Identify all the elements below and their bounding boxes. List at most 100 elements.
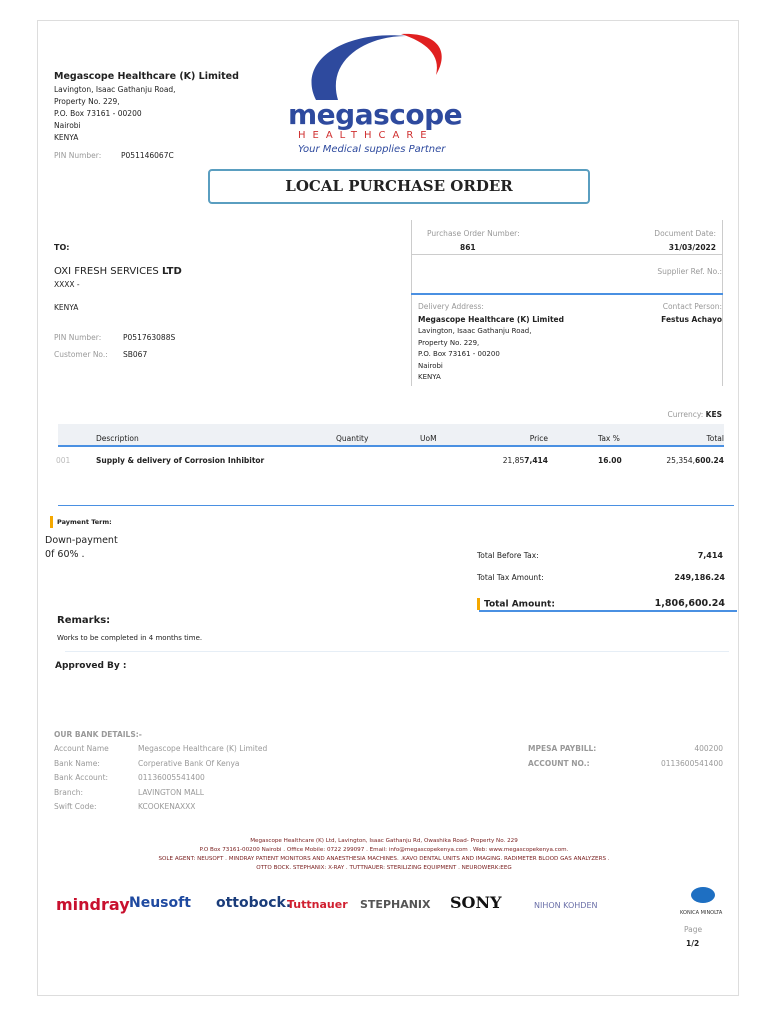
document-title: LOCAL PURCHASE ORDER — [208, 169, 590, 204]
supplier-pin-label: PIN Number: — [54, 333, 102, 342]
delivery-name: Megascope Healthcare (K) Limited — [418, 315, 564, 324]
delivery-label: Delivery Address: — [418, 302, 484, 311]
ottobock-logo: ottobock. — [216, 895, 292, 911]
address-line: Property No. 229, — [54, 97, 120, 106]
bank-label: Branch: — [54, 787, 83, 797]
price-part: 21,85 — [502, 456, 525, 465]
mindray-logo: mindray — [56, 895, 130, 914]
address-line: KENYA — [54, 133, 79, 142]
address-line: Lavington, Isaac Gathanju Road, — [418, 327, 532, 335]
divider — [411, 254, 723, 255]
header-uom: UoM — [420, 434, 437, 443]
date-label: Document Date: — [654, 229, 716, 238]
total-amount-label-text: Total Amount: — [484, 599, 555, 610]
bank-value: 01136005541400 — [138, 773, 205, 782]
row-total: 25,354,600.24 — [666, 456, 724, 465]
logo-swoosh-icon — [311, 33, 442, 100]
payment-label-text: Payment Term: — [57, 518, 112, 526]
footer-line: SOLE AGENT: NEUSOFT . MINDRAY PATIENT MO… — [158, 856, 610, 862]
accent-bar — [477, 598, 480, 610]
bank-value: LAVINGTON MALL — [138, 787, 204, 797]
divider — [479, 610, 737, 612]
header-description: Description — [96, 434, 139, 443]
row-description: Supply & delivery of Corrosion Inhibitor — [96, 456, 265, 465]
po-label: Purchase Order Number: — [427, 229, 520, 238]
footer-line: P.O Box 73161-00200 Nairobi . Office Mob… — [199, 847, 569, 853]
account-no-label: ACCOUNT NO.: — [528, 758, 590, 768]
contact-person: Festus Achayo — [661, 315, 722, 324]
company-address: Lavington, Isaac Gathanju Road, Property… — [54, 84, 176, 144]
tuttnauer-logo: Tuttnauer — [287, 898, 348, 911]
address-line: Lavington, Isaac Gathanju Road, — [54, 85, 176, 94]
po-number: 861 — [460, 243, 476, 252]
logo-brand: megascope — [288, 98, 463, 131]
supplier-country: KENYA — [54, 303, 79, 312]
header-quantity: Quantity — [336, 434, 369, 443]
header-price: Price — [529, 434, 548, 443]
neusoft-logo: Neusoft — [129, 895, 191, 911]
bank-label: Bank Account: — [54, 773, 109, 782]
page-number: 1/2 — [686, 939, 700, 948]
account-no: 0113600541400 — [660, 758, 723, 768]
total-amount: 1,806,600.24 — [654, 598, 725, 609]
total-part: 600.24 — [695, 456, 724, 465]
bank-value: Megascope Healthcare (K) Limited — [138, 744, 268, 753]
mpesa-value: 400200 — [694, 744, 723, 753]
currency: Currency: KES — [667, 410, 722, 419]
to-label: TO: — [54, 243, 70, 252]
address-line: P.O. Box 73161 - 00200 — [54, 109, 142, 118]
total-before-tax-label: Total Before Tax: — [477, 551, 539, 560]
total-tax: 249,186.24 — [674, 573, 725, 582]
mpesa-labels: MPESA PAYBILL: ACCOUNT NO.: — [528, 742, 596, 771]
table-header — [58, 424, 724, 447]
footer-line: Megascope Healthcare (K) Ltd, Lavington,… — [250, 838, 518, 844]
page-label: Page — [684, 925, 703, 934]
sony-logo: SONY — [450, 893, 502, 912]
supplier-name: OXI FRESH SERVICES LTD — [54, 266, 182, 277]
konica-minolta-globe-icon — [691, 887, 715, 903]
pin-value: P051146067C — [121, 151, 174, 160]
payment-term-label: Payment Term: — [50, 516, 112, 528]
row-price: 21,857,414 — [503, 456, 548, 465]
divider — [65, 651, 729, 652]
payment-text: Down-payment — [45, 535, 118, 546]
total-amount-label: Total Amount: — [477, 598, 555, 610]
price-part: 7,414 — [524, 456, 548, 465]
logo-sub: HEALTHCARE — [298, 130, 434, 141]
supplier-suffix: LTD — [161, 266, 182, 277]
row-number: 001 — [56, 456, 71, 465]
currency-value: KES — [705, 410, 722, 419]
address-line: Property No. 229, — [418, 338, 480, 347]
bank-title: OUR BANK DETAILS:- — [54, 730, 142, 739]
supplier-pin: P051763088S — [123, 333, 176, 342]
total-part: 25,354, — [666, 456, 696, 465]
megascope-logo: megascope HEALTHCARE Your Medical suppli… — [286, 30, 463, 160]
company-name: Megascope Healthcare (K) Limited — [54, 71, 239, 82]
address-line: Nairobi — [54, 121, 81, 130]
address-line: Nairobi — [418, 361, 443, 370]
approved-by-label: Approved By : — [55, 661, 127, 671]
currency-label: Currency: — [667, 410, 704, 419]
total-tax-label: Total Tax Amount: — [477, 573, 544, 582]
supplier-line: XXXX - — [54, 280, 80, 289]
delivery-address: Lavington, Isaac Gathanju Road, Property… — [418, 326, 531, 384]
contact-label: Contact Person: — [662, 302, 722, 311]
payment-text: 0f 60% . — [45, 549, 85, 560]
bank-values: Megascope Healthcare (K) Limited Corpera… — [138, 742, 267, 815]
logo-tagline: Your Medical supplies Partner — [298, 144, 446, 155]
address-line: P.O. Box 73161 - 00200 — [418, 350, 500, 358]
remarks-text: Works to be completed in 4 months time. — [57, 634, 203, 642]
divider — [58, 505, 734, 506]
total-before-tax: 7,414 — [697, 551, 723, 560]
row-tax: 16.00 — [598, 456, 622, 465]
accent-bar — [50, 516, 53, 528]
divider — [411, 293, 723, 295]
bank-label: Account Name — [54, 744, 109, 753]
footer-line: OTTO BOCK. STEPHANIX: X-RAY . TUTTNAUER:… — [256, 865, 512, 871]
konica-minolta-logo: KONICA MINOLTA — [680, 910, 723, 916]
customer-no-label: Customer No.: — [54, 350, 108, 359]
bank-labels: Account Name Bank Name: Bank Account: Br… — [54, 742, 109, 815]
nihon-kohden-logo: NIHON KOHDEN — [534, 901, 598, 910]
remarks-label: Remarks: — [57, 615, 111, 626]
bank-value: KCOOKENAXXX — [138, 802, 196, 811]
